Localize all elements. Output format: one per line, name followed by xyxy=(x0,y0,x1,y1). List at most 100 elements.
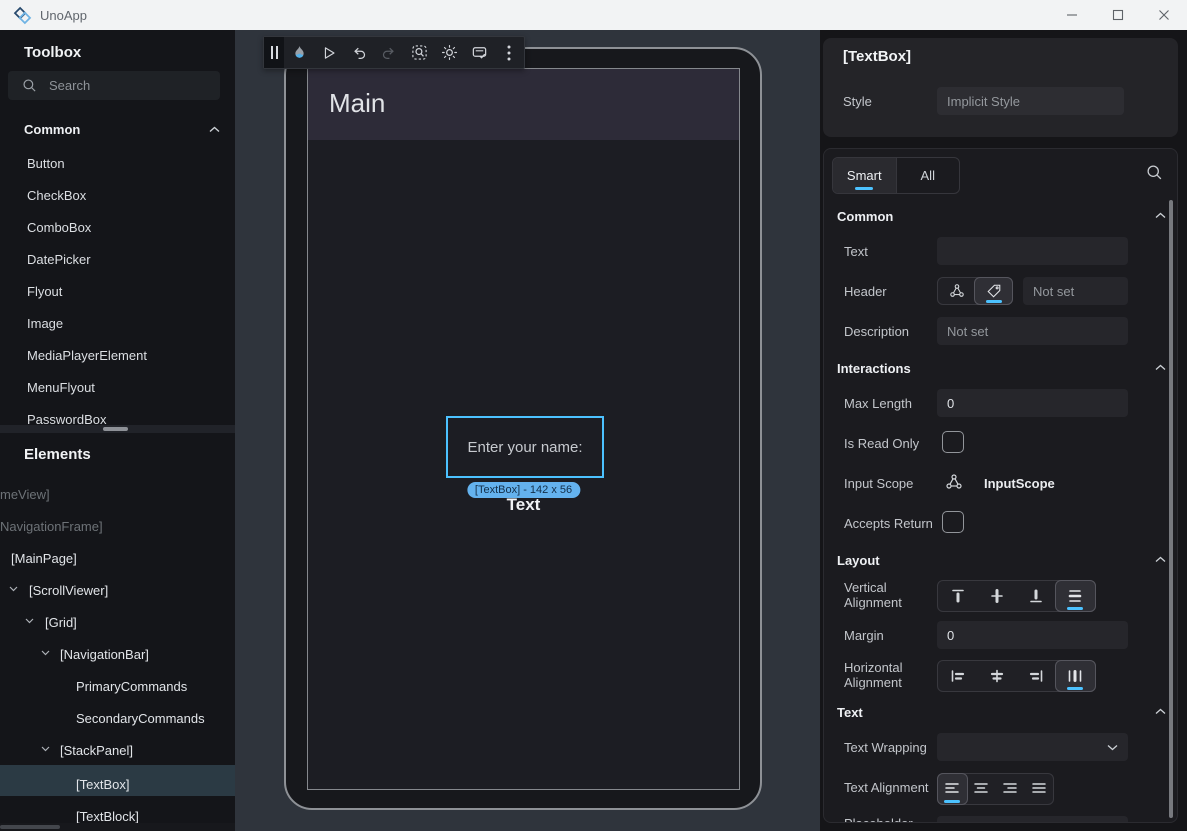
valign-bottom-icon[interactable] xyxy=(1017,581,1056,611)
tab-smart[interactable]: Smart xyxy=(833,158,896,193)
properties-panel: [TextBox] Style Implicit Style Smart All… xyxy=(820,30,1187,831)
max-length-label: Max Length xyxy=(844,396,940,411)
tree-item-frameview[interactable]: meView] xyxy=(0,487,50,502)
undo-button[interactable] xyxy=(344,37,374,68)
chevron-up-icon[interactable] xyxy=(1155,708,1166,715)
search-icon[interactable] xyxy=(1146,164,1163,181)
toolbox-hscrollbar xyxy=(0,425,235,433)
halign-left-icon[interactable] xyxy=(938,661,977,691)
chevron-up-icon[interactable] xyxy=(1155,364,1166,371)
tree-item-stackpanel[interactable]: [StackPanel] xyxy=(60,743,133,758)
maximize-button[interactable] xyxy=(1095,0,1141,30)
text-wrapping-dropdown[interactable] xyxy=(937,733,1128,761)
toolbox-search-input[interactable]: Search xyxy=(8,71,220,100)
elements-hscrollbar-thumb[interactable] xyxy=(0,825,60,829)
play-button[interactable] xyxy=(314,37,344,68)
tree-item-textblock[interactable]: [TextBlock] xyxy=(76,809,139,824)
is-read-only-checkbox[interactable] xyxy=(942,431,964,453)
section-common[interactable]: Common xyxy=(837,209,893,224)
margin-field[interactable]: 0 xyxy=(937,621,1128,649)
valign-top-icon[interactable] xyxy=(938,581,977,611)
style-label: Style xyxy=(843,94,939,109)
description-label: Description xyxy=(844,324,940,339)
toolbox-item-datepicker[interactable]: DatePicker xyxy=(27,252,91,267)
text-field[interactable] xyxy=(937,237,1128,265)
binding-icon[interactable] xyxy=(945,473,963,491)
toolbox-item-mediaplayerelement[interactable]: MediaPlayerElement xyxy=(27,348,147,363)
theme-toggle-button[interactable] xyxy=(434,37,464,68)
drag-handle-icon[interactable] xyxy=(264,37,284,68)
tree-item-mainpage[interactable]: [MainPage] xyxy=(11,551,77,566)
chevron-down-icon[interactable] xyxy=(41,746,50,752)
tree-item-navigationbar[interactable]: [NavigationBar] xyxy=(60,647,149,662)
redo-button[interactable] xyxy=(374,37,404,68)
vertical-alignment-label: Vertical Alignment xyxy=(844,580,940,610)
device-frame: Main Enter your name: [TextBox] - 142 x … xyxy=(284,47,762,810)
design-canvas: Main Enter your name: [TextBox] - 142 x … xyxy=(235,30,820,831)
canvas-textbox-selected[interactable]: Enter your name: xyxy=(446,416,604,478)
text-align-left-icon[interactable] xyxy=(937,773,968,805)
tree-item-grid[interactable]: [Grid] xyxy=(45,615,77,630)
tree-item-scrollviewer[interactable]: [ScrollViewer] xyxy=(29,583,108,598)
app-title: UnoApp xyxy=(40,8,87,23)
tab-all[interactable]: All xyxy=(896,158,960,193)
chevron-down-icon[interactable] xyxy=(41,650,50,656)
section-text[interactable]: Text xyxy=(837,705,863,720)
text-align-right-icon[interactable] xyxy=(996,774,1025,804)
toolbox-item-combobox[interactable]: ComboBox xyxy=(27,220,91,235)
input-scope-value[interactable]: InputScope xyxy=(984,476,1055,491)
properties-vscrollbar-thumb[interactable] xyxy=(1169,200,1173,818)
tree-item-secondarycommands[interactable]: SecondaryCommands xyxy=(76,711,205,726)
tree-item-primarycommands[interactable]: PrimaryCommands xyxy=(76,679,187,694)
chevron-down-icon[interactable] xyxy=(9,586,18,592)
toolbox-item-image[interactable]: Image xyxy=(27,316,63,331)
toolbox-hscrollbar-thumb[interactable] xyxy=(103,427,128,431)
close-button[interactable] xyxy=(1141,0,1187,30)
valign-center-icon[interactable] xyxy=(977,581,1016,611)
section-layout[interactable]: Layout xyxy=(837,553,880,568)
canvas-textblock[interactable]: Text xyxy=(308,495,739,515)
text-align-center-icon[interactable] xyxy=(967,774,996,804)
tree-item-textbox[interactable]: [TextBox] xyxy=(76,777,129,792)
max-length-field[interactable]: 0 xyxy=(937,389,1128,417)
accepts-return-label: Accepts Return xyxy=(844,516,940,531)
toolbox-item-checkbox[interactable]: CheckBox xyxy=(27,188,86,203)
halign-stretch-icon[interactable] xyxy=(1055,660,1096,692)
titlebar: UnoApp xyxy=(0,0,1187,31)
size-badge: [TextBox] - 142 x 56 xyxy=(467,482,580,498)
page-title: Main xyxy=(329,88,385,119)
halign-center-icon[interactable] xyxy=(977,661,1016,691)
form-check-button[interactable] xyxy=(464,37,494,68)
toolbox-title: Toolbox xyxy=(24,44,81,61)
selected-element-title: [TextBox] xyxy=(843,48,911,65)
header-field[interactable]: Not set xyxy=(1023,277,1128,305)
description-field[interactable]: Not set xyxy=(937,317,1128,345)
more-options-button[interactable] xyxy=(494,37,524,68)
hot-reload-flame-icon[interactable] xyxy=(284,37,314,68)
minimize-button[interactable] xyxy=(1049,0,1095,30)
tree-item-navigationframe[interactable]: NavigationFrame] xyxy=(0,519,103,534)
element-inspector-button[interactable] xyxy=(404,37,434,68)
chevron-up-icon[interactable] xyxy=(1155,556,1166,563)
toolbox-item-flyout[interactable]: Flyout xyxy=(27,284,62,299)
tag-icon[interactable] xyxy=(974,277,1013,305)
style-field[interactable]: Implicit Style xyxy=(937,87,1124,115)
text-alignment-label: Text Alignment xyxy=(844,780,940,795)
property-tabs: Smart All xyxy=(832,157,960,194)
placeholder-field[interactable] xyxy=(937,816,1128,823)
chevron-down-icon[interactable] xyxy=(25,618,34,624)
text-align-justify-icon[interactable] xyxy=(1024,774,1053,804)
text-wrapping-label: Text Wrapping xyxy=(844,740,940,755)
toolbox-item-menuflyout[interactable]: MenuFlyout xyxy=(27,380,95,395)
search-icon xyxy=(22,78,37,93)
placeholder-label: Placeholder xyxy=(844,816,940,823)
toolbox-item-button[interactable]: Button xyxy=(27,156,65,171)
halign-right-icon[interactable] xyxy=(1017,661,1056,691)
valign-stretch-icon[interactable] xyxy=(1055,580,1096,612)
chevron-up-icon[interactable] xyxy=(1155,212,1166,219)
binding-icon[interactable] xyxy=(938,278,975,304)
accepts-return-checkbox[interactable] xyxy=(942,511,964,533)
toolbox-section-common[interactable]: Common xyxy=(24,122,220,137)
chevron-down-icon xyxy=(1107,744,1118,751)
section-interactions[interactable]: Interactions xyxy=(837,361,911,376)
